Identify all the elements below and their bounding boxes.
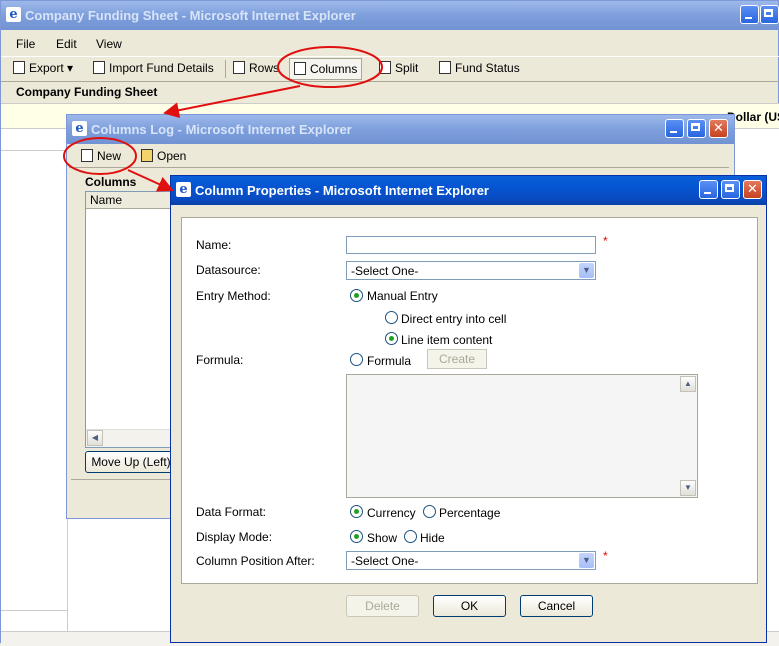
open-folder-icon (141, 149, 153, 162)
rows-icon (233, 61, 245, 74)
columns-icon (294, 62, 306, 75)
column-properties-titlebar: e Column Properties - Microsoft Internet… (171, 176, 766, 205)
ie-icon: e (72, 121, 87, 136)
name-label: Name: (196, 238, 232, 252)
columns-button[interactable]: Columns (289, 58, 363, 80)
menu-edit[interactable]: Edit (56, 37, 77, 51)
percentage-label: Percentage (439, 506, 501, 520)
required-mark: * (603, 234, 608, 248)
import-fund-details-button[interactable]: Import Fund Details (89, 57, 218, 79)
datasource-label: Datasource: (196, 263, 261, 277)
grid-row-line (1, 610, 67, 611)
menu-bar: File Edit View (1, 34, 779, 54)
column-properties-window: e Column Properties - Microsoft Internet… (170, 175, 767, 643)
percentage-radio[interactable] (423, 505, 436, 518)
required-mark: * (603, 549, 608, 563)
chevron-down-icon[interactable]: ▼ (579, 553, 594, 568)
maximize-button[interactable] (760, 5, 779, 24)
currency-label: Currency (367, 506, 416, 520)
toolbar-separator (225, 60, 226, 78)
direct-entry-label: Direct entry into cell (401, 312, 507, 326)
show-label: Show (367, 531, 398, 545)
move-up-left-button[interactable]: Move Up (Left) (85, 451, 177, 473)
export-icon (13, 61, 25, 74)
split-icon (379, 61, 391, 74)
entry-method-label: Entry Method: (196, 289, 271, 303)
grid-row-line (1, 150, 67, 151)
delete-button[interactable]: Delete (346, 595, 419, 617)
line-item-radio[interactable] (385, 332, 398, 345)
fund-status-icon (439, 61, 451, 74)
position-after-value: -Select One- (351, 554, 419, 568)
columns-log-title: Columns Log - Microsoft Internet Explore… (91, 122, 352, 137)
scroll-down-icon[interactable]: ▼ (680, 480, 696, 496)
minimize-button[interactable] (740, 5, 759, 24)
form-panel: Name: * Datasource: -Select One- ▼ Entry… (181, 217, 758, 584)
formula-textarea[interactable]: ▲ ▼ (346, 374, 698, 498)
minimize-button[interactable] (665, 119, 684, 138)
manual-entry-radio[interactable] (350, 289, 363, 302)
formula-option-label: Formula (367, 354, 412, 368)
grid-left-column (1, 128, 68, 633)
currency-radio[interactable] (350, 505, 363, 518)
list-header-name: Name (90, 193, 123, 207)
column-properties-title: Column Properties - Microsoft Internet E… (195, 183, 489, 198)
close-button[interactable] (709, 119, 728, 138)
datasource-select[interactable]: -Select One- ▼ (346, 261, 596, 280)
page-title: Company Funding Sheet (16, 85, 158, 99)
menu-view[interactable]: View (96, 37, 122, 51)
columns-section-label: Columns (85, 175, 137, 189)
formula-radio[interactable] (350, 353, 363, 366)
minimize-button[interactable] (699, 180, 718, 199)
new-icon (81, 149, 93, 162)
maximize-button[interactable] (687, 119, 706, 138)
rows-button[interactable]: Rows (229, 57, 283, 79)
chevron-down-icon[interactable]: ▼ (579, 263, 594, 278)
main-titlebar: e Company Funding Sheet - Microsoft Inte… (1, 1, 779, 30)
formula-label: Formula: (196, 353, 244, 367)
scroll-left-icon[interactable]: ◀ (87, 430, 103, 446)
menu-file[interactable]: File (16, 37, 35, 51)
cancel-button[interactable]: Cancel (520, 595, 593, 617)
show-radio[interactable] (350, 530, 363, 543)
fund-status-button[interactable]: Fund Status (435, 57, 524, 79)
position-after-select[interactable]: -Select One- ▼ (346, 551, 596, 570)
columns-log-titlebar: e Columns Log - Microsoft Internet Explo… (67, 115, 734, 144)
ie-icon: e (6, 7, 21, 22)
main-toolbar: Export ▾ Import Fund Details Rows Column… (1, 56, 779, 82)
split-button[interactable]: Split (375, 57, 422, 79)
ie-icon: e (176, 182, 191, 197)
columns-log-toolbar: New Open (69, 145, 729, 168)
data-format-label: Data Format: (196, 505, 267, 519)
display-mode-label: Display Mode: (196, 530, 273, 544)
hide-label: Hide (420, 531, 445, 545)
maximize-button[interactable] (721, 180, 740, 199)
export-button[interactable]: Export ▾ (9, 57, 77, 79)
open-button[interactable]: Open (137, 145, 190, 167)
direct-entry-radio[interactable] (385, 311, 398, 324)
close-button[interactable] (743, 180, 762, 199)
create-button[interactable]: Create (427, 349, 487, 369)
name-input[interactable] (346, 236, 596, 254)
position-after-label: Column Position After: (196, 554, 315, 568)
new-button[interactable]: New (77, 145, 125, 167)
main-title: Company Funding Sheet - Microsoft Intern… (25, 8, 356, 23)
hide-radio[interactable] (404, 530, 417, 543)
line-item-label: Line item content (401, 333, 493, 347)
import-icon (93, 61, 105, 74)
datasource-value: -Select One- (351, 264, 419, 278)
manual-entry-label: Manual Entry (367, 289, 438, 303)
ok-button[interactable]: OK (433, 595, 506, 617)
scroll-up-icon[interactable]: ▲ (680, 376, 696, 392)
